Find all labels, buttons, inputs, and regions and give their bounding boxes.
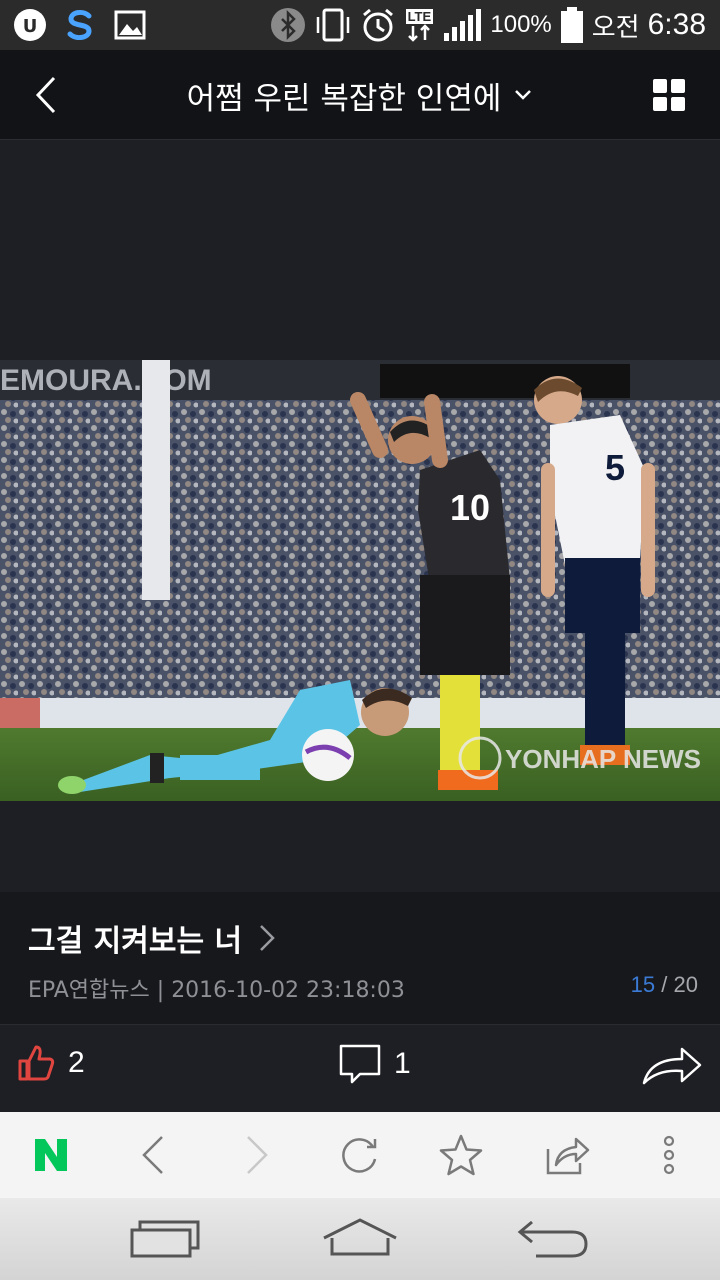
news-source: EPA연합뉴스 <box>28 978 150 1003</box>
stadium-banner-text: EMOURA.COM <box>0 364 212 397</box>
football-scene-image: EMOURA.COM 10 5 YONHAP NEWS <box>0 360 720 801</box>
comment-icon <box>339 1044 381 1084</box>
star-icon <box>439 1134 483 1176</box>
screen: U LTE 100% 오전 6:38 어쩜 우린 복잡한 인연에 EMOURA.… <box>0 0 720 1280</box>
gallery-icon <box>112 8 148 42</box>
defender-number: 5 <box>605 447 625 488</box>
back-arrow-icon <box>517 1220 588 1258</box>
grid-view-button[interactable] <box>652 78 686 112</box>
grid-icon <box>653 79 685 111</box>
battery-icon <box>560 7 583 43</box>
refresh-button[interactable] <box>334 1130 384 1180</box>
back-button[interactable] <box>26 70 70 120</box>
system-navigation-bar <box>0 1198 720 1280</box>
striker-number: 10 <box>450 487 490 528</box>
chevron-down-icon <box>515 90 532 100</box>
status-bar: U LTE 100% 오전 6:38 <box>0 0 720 50</box>
alarm-icon <box>363 8 394 42</box>
notification-icons: U <box>12 8 148 42</box>
page-title: 어쩜 우린 복잡한 인연에 <box>186 80 502 117</box>
browser-back-button[interactable] <box>128 1130 178 1180</box>
svg-text:U: U <box>23 16 38 37</box>
refresh-icon <box>342 1138 377 1173</box>
recent-apps-button[interactable] <box>126 1216 206 1262</box>
comment-button[interactable]: 1 <box>338 1043 411 1085</box>
browser-share-button[interactable] <box>542 1130 592 1180</box>
caption-meta: EPA연합뉴스 | 2016-10-02 23:18:03 <box>28 972 405 1004</box>
page-indicator: 15 / 20 <box>631 972 698 998</box>
bluetooth-icon <box>271 8 306 42</box>
battery-percent: 100% <box>490 11 552 38</box>
lte-label: LTE <box>405 8 434 24</box>
system-status: LTE 100% 오전 6:38 <box>270 4 706 46</box>
vibrate-icon <box>317 8 350 42</box>
action-bar: 2 1 <box>0 1024 720 1112</box>
uplus-app-icon: U <box>12 8 48 42</box>
comment-count: 1 <box>394 1047 411 1080</box>
chevron-right-icon <box>260 925 275 951</box>
publish-datetime: 2016-10-02 23:18:03 <box>171 978 405 1003</box>
app-header: 어쩜 우린 복잡한 인연에 <box>0 50 720 140</box>
lte-indicator: LTE <box>404 8 434 42</box>
home-icon <box>323 1218 397 1256</box>
meta-separator: | <box>156 978 172 1003</box>
naver-logo-icon <box>35 1139 67 1171</box>
news-photo[interactable]: EMOURA.COM 10 5 YONHAP NEWS <box>0 360 720 801</box>
like-button[interactable]: 2 <box>16 1043 85 1083</box>
current-page: 15 <box>630 972 656 997</box>
time-period: 오전 <box>591 12 640 43</box>
like-count: 2 <box>68 1046 85 1079</box>
page-separator: / <box>661 972 674 997</box>
share-arrow-icon <box>642 1047 702 1085</box>
more-menu-button[interactable] <box>644 1130 694 1180</box>
chevron-left-icon <box>142 1136 163 1174</box>
home-button[interactable] <box>320 1216 400 1262</box>
photo-caption: 그걸 지켜보는 너 EPA연합뉴스 | 2016-10-02 23:18:03 … <box>0 892 720 1024</box>
caption-title: 그걸 지켜보는 너 <box>28 924 243 959</box>
more-vertical-icon <box>663 1135 675 1175</box>
chevron-left-icon <box>35 76 56 114</box>
share-button[interactable] <box>640 1043 704 1087</box>
share-box-icon <box>546 1137 590 1175</box>
watermark-text: YONHAP NEWS <box>505 744 701 774</box>
signal-icon <box>444 9 482 41</box>
bookmark-button[interactable] <box>436 1130 486 1180</box>
thumbs-up-icon <box>18 1045 55 1081</box>
photo-viewer[interactable]: EMOURA.COM 10 5 YONHAP NEWS <box>0 140 720 892</box>
browser-toolbar <box>0 1112 720 1198</box>
recent-apps-icon <box>130 1220 200 1258</box>
chevron-right-icon <box>247 1136 268 1174</box>
caption-title-link[interactable]: 그걸 지켜보는 너 <box>28 916 276 960</box>
total-pages: 20 <box>673 972 698 997</box>
naver-home-button[interactable] <box>26 1130 76 1180</box>
system-back-button[interactable] <box>514 1216 594 1262</box>
clock: 6:38 <box>647 8 706 41</box>
album-title-dropdown[interactable]: 어쩜 우린 복잡한 인연에 <box>150 72 570 118</box>
browser-forward-button[interactable] <box>232 1130 282 1180</box>
s-app-icon <box>62 8 98 42</box>
